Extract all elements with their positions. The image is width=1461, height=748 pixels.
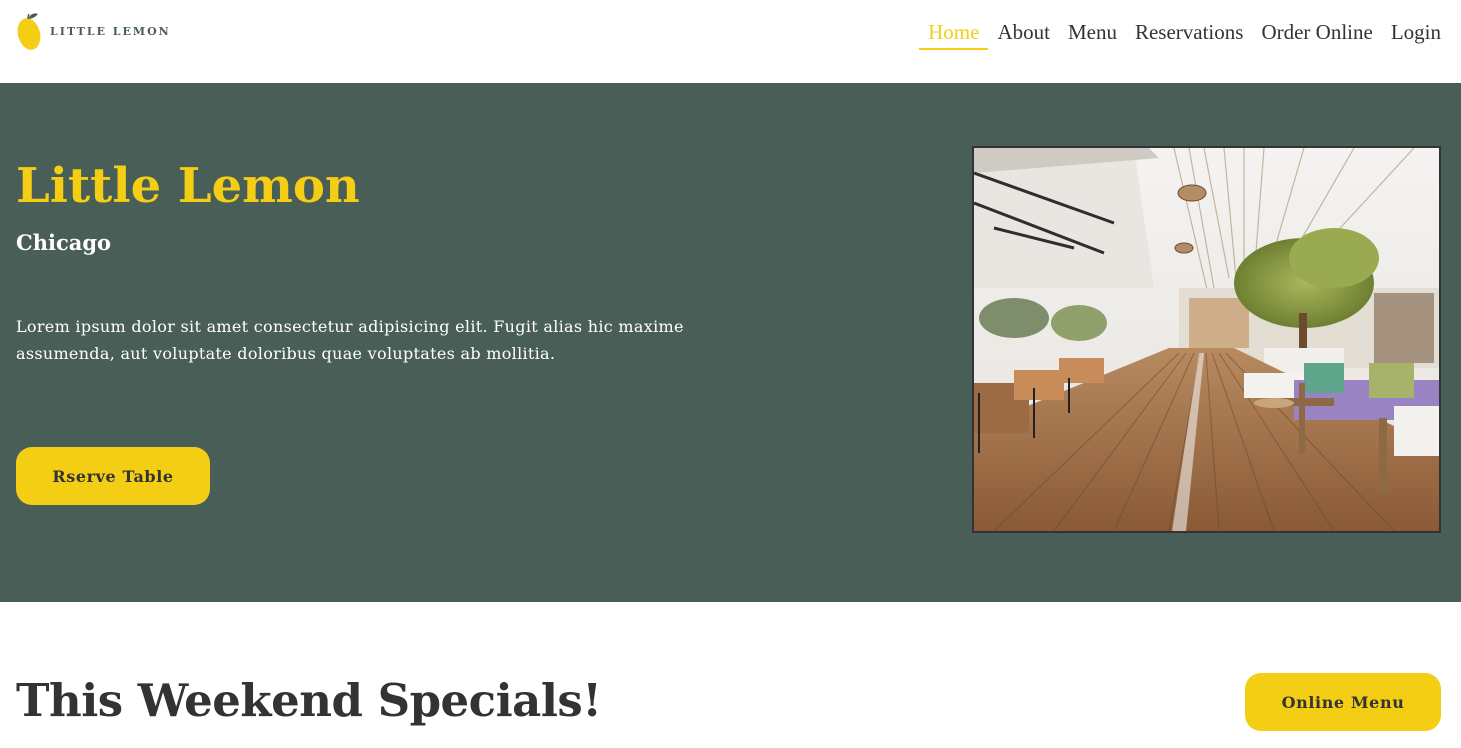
navbar: LITTLE LEMON Home About Menu Reservation… [0,0,1461,83]
nav-item-reservations[interactable]: Reservations [1126,18,1252,50]
nav-item-order-online[interactable]: Order Online [1252,18,1381,50]
lemon-logo-icon [17,13,41,50]
reserve-table-button[interactable]: Rserve Table [16,447,210,505]
hero-subtitle: Chicago [16,230,112,255]
restaurant-interior-image [972,146,1441,533]
hero-section: Little Lemon Chicago Lorem ipsum dolor s… [0,83,1461,602]
logo-text: LITTLE LEMON [50,24,171,38]
nav-item-menu[interactable]: Menu [1059,18,1126,50]
logo[interactable]: LITTLE LEMON [16,8,176,54]
hero-title: Little Lemon [16,158,360,214]
nav-item-login[interactable]: Login [1382,18,1441,50]
nav-item-home[interactable]: Home [919,18,989,50]
online-menu-button[interactable]: Online Menu [1245,673,1441,731]
main-nav: Home About Menu Reservations Order Onlin… [919,18,1441,50]
specials-title: This Weekend Specials! [16,674,602,727]
hero-description: Lorem ipsum dolor sit amet consectetur a… [16,317,684,363]
nav-item-about[interactable]: About [988,18,1059,50]
